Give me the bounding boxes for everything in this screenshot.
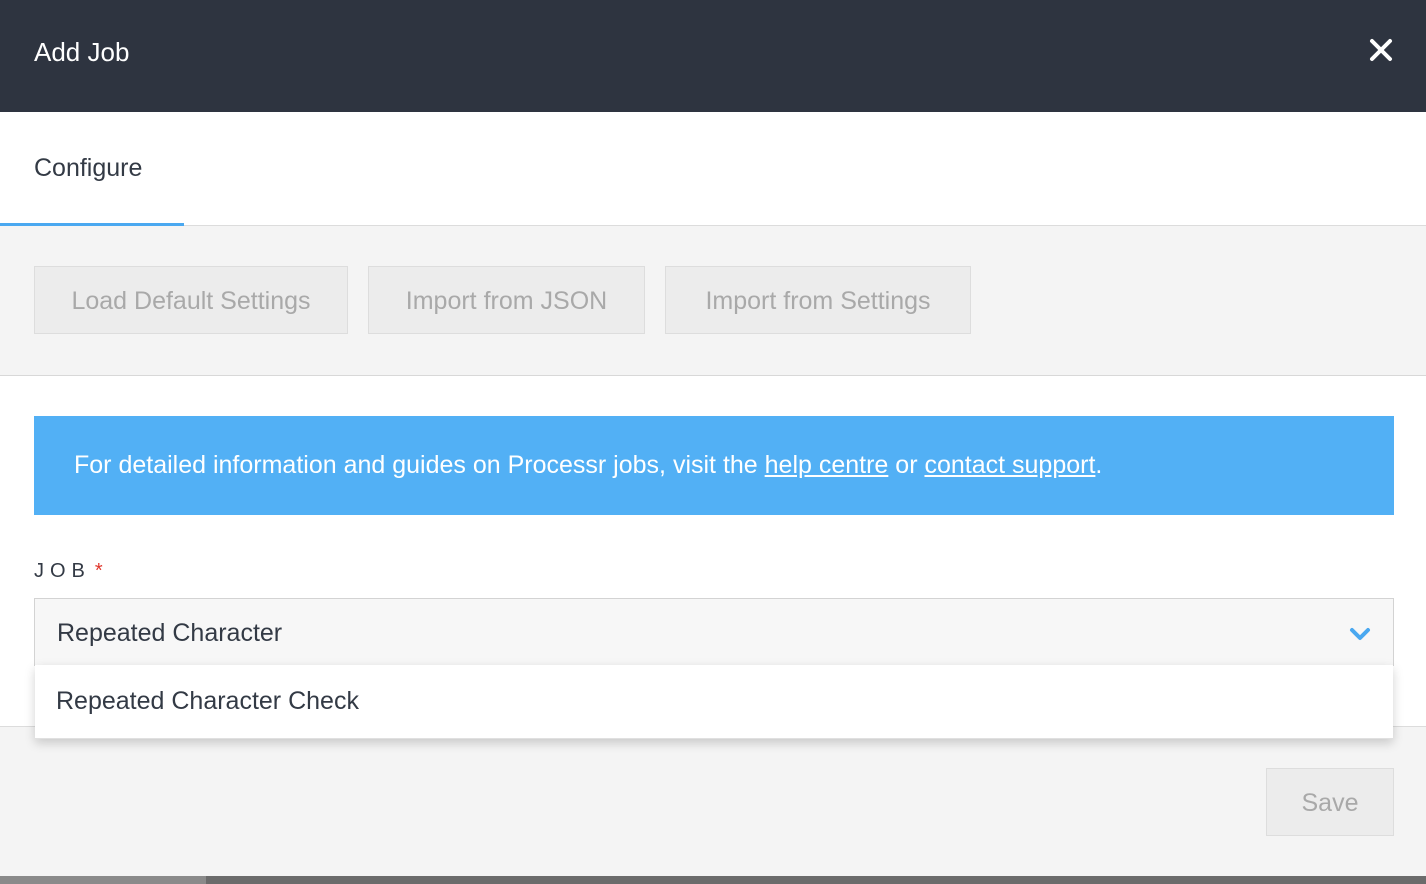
import-from-settings-button[interactable]: Import from Settings	[665, 266, 971, 334]
modal-header: Add Job	[0, 0, 1426, 112]
dropdown-option-repeated-character-check[interactable]: Repeated Character Check	[35, 665, 1393, 738]
contact-support-link[interactable]: contact support	[924, 451, 1095, 479]
help-centre-link[interactable]: help centre	[765, 451, 889, 479]
info-banner-text: For detailed information and guides on P…	[74, 449, 1102, 481]
job-select[interactable]: Repeated Character	[34, 598, 1394, 666]
dropdown-option-label: Repeated Character Check	[56, 687, 359, 715]
horizontal-scrollbar[interactable]	[0, 876, 1426, 884]
close-icon	[1370, 39, 1392, 61]
close-button[interactable]	[1362, 34, 1400, 68]
add-job-modal: Add Job Configure Load Default Settings …	[0, 0, 1426, 884]
info-text-before: For detailed information and guides on P…	[74, 451, 765, 479]
job-select-value: Repeated Character	[57, 619, 283, 647]
job-label-text: JOB	[34, 560, 91, 582]
modal-footer: Save	[0, 727, 1426, 876]
info-text-middle: or	[888, 451, 925, 479]
info-text-after: .	[1095, 451, 1103, 479]
tab-bar: Configure	[0, 112, 1426, 226]
job-field-label: JOB *	[34, 559, 103, 583]
import-from-json-button[interactable]: Import from JSON	[368, 266, 645, 334]
required-marker: *	[94, 560, 103, 582]
scrollbar-thumb[interactable]	[0, 876, 206, 884]
tab-configure[interactable]: Configure	[0, 112, 184, 226]
load-default-settings-button[interactable]: Load Default Settings	[34, 266, 348, 334]
settings-toolbar: Load Default Settings Import from JSON I…	[0, 226, 1426, 376]
tab-configure-label: Configure	[34, 154, 143, 182]
save-button[interactable]: Save	[1266, 768, 1394, 836]
modal-title: Add Job	[34, 37, 130, 67]
chevron-down-icon	[1350, 628, 1370, 640]
info-banner: For detailed information and guides on P…	[34, 416, 1394, 515]
job-dropdown-menu: Repeated Character Check	[35, 665, 1393, 739]
